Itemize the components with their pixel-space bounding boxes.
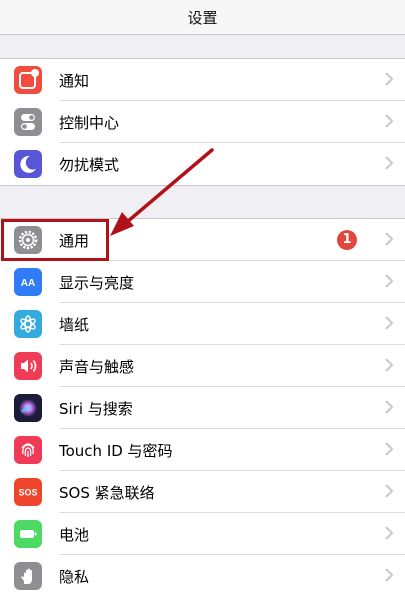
sos-icon: SOS (14, 478, 42, 506)
siri-icon (14, 394, 42, 422)
settings-row-label: 电池 (59, 526, 90, 544)
settings-row-label: SOS 紧急联络 (59, 484, 155, 502)
battery-icon (14, 520, 42, 548)
settings-group-1: 通知 控制中心 勿扰模式 (0, 58, 405, 186)
navigation-bar: 设置 (0, 0, 405, 35)
settings-screen: 设置 通知 控制中心 勿扰模式 通用 1 AA 显示与亮度 墙纸 声音与触感 S… (0, 0, 405, 600)
svg-text:AA: AA (21, 278, 35, 289)
do-not-disturb-icon (14, 150, 42, 178)
privacy-hand-icon (14, 562, 42, 590)
settings-row-label: 声音与触感 (59, 358, 135, 376)
settings-row-label: 控制中心 (59, 114, 120, 132)
display-brightness-icon: AA (14, 268, 42, 296)
chevron-right-icon (385, 232, 393, 246)
settings-group-2: 通用 1 AA 显示与亮度 墙纸 声音与触感 Siri 与搜索 Touch ID… (0, 218, 405, 600)
chevron-right-icon (385, 442, 393, 456)
settings-row-label: 通知 (59, 72, 90, 90)
chevron-right-icon (385, 316, 393, 330)
settings-row-emergency-sos[interactable]: SOS SOS 紧急联络 (0, 471, 405, 513)
chevron-right-icon (385, 114, 393, 128)
chevron-right-icon (385, 484, 393, 498)
settings-row-label: 墙纸 (59, 316, 90, 334)
wallpaper-icon (14, 310, 42, 338)
sounds-haptics-icon (14, 352, 42, 380)
control-center-icon (14, 108, 42, 136)
settings-row-siri-search[interactable]: Siri 与搜索 (0, 387, 405, 429)
settings-row-do-not-disturb[interactable]: 勿扰模式 (0, 143, 405, 185)
annotation-highlight-box (1, 219, 109, 261)
chevron-right-icon (385, 274, 393, 288)
settings-row-label: Siri 与搜索 (59, 400, 133, 418)
chevron-right-icon (385, 72, 393, 86)
notification-badge: 1 (337, 230, 357, 250)
settings-row-label: 隐私 (59, 568, 90, 586)
settings-row-label: 显示与亮度 (59, 274, 135, 292)
chevron-right-icon (385, 156, 393, 170)
settings-row-touch-id-passcode[interactable]: Touch ID 与密码 (0, 429, 405, 471)
page-title: 设置 (187, 9, 218, 27)
fingerprint-icon (14, 436, 42, 464)
settings-row-display-brightness[interactable]: AA 显示与亮度 (0, 261, 405, 303)
settings-row-label: Touch ID 与密码 (59, 442, 173, 460)
chevron-right-icon (385, 568, 393, 582)
settings-row-notifications[interactable]: 通知 (0, 59, 405, 101)
notifications-icon (14, 66, 42, 94)
settings-row-battery[interactable]: 电池 (0, 513, 405, 555)
chevron-right-icon (385, 526, 393, 540)
chevron-right-icon (385, 400, 393, 414)
settings-row-wallpaper[interactable]: 墙纸 (0, 303, 405, 345)
settings-row-privacy[interactable]: 隐私 (0, 555, 405, 597)
settings-row-label: 勿扰模式 (59, 156, 120, 174)
chevron-right-icon (385, 358, 393, 372)
sos-icon-text: SOS (18, 488, 37, 498)
settings-row-sounds-haptics[interactable]: 声音与触感 (0, 345, 405, 387)
settings-row-control-center[interactable]: 控制中心 (0, 101, 405, 143)
